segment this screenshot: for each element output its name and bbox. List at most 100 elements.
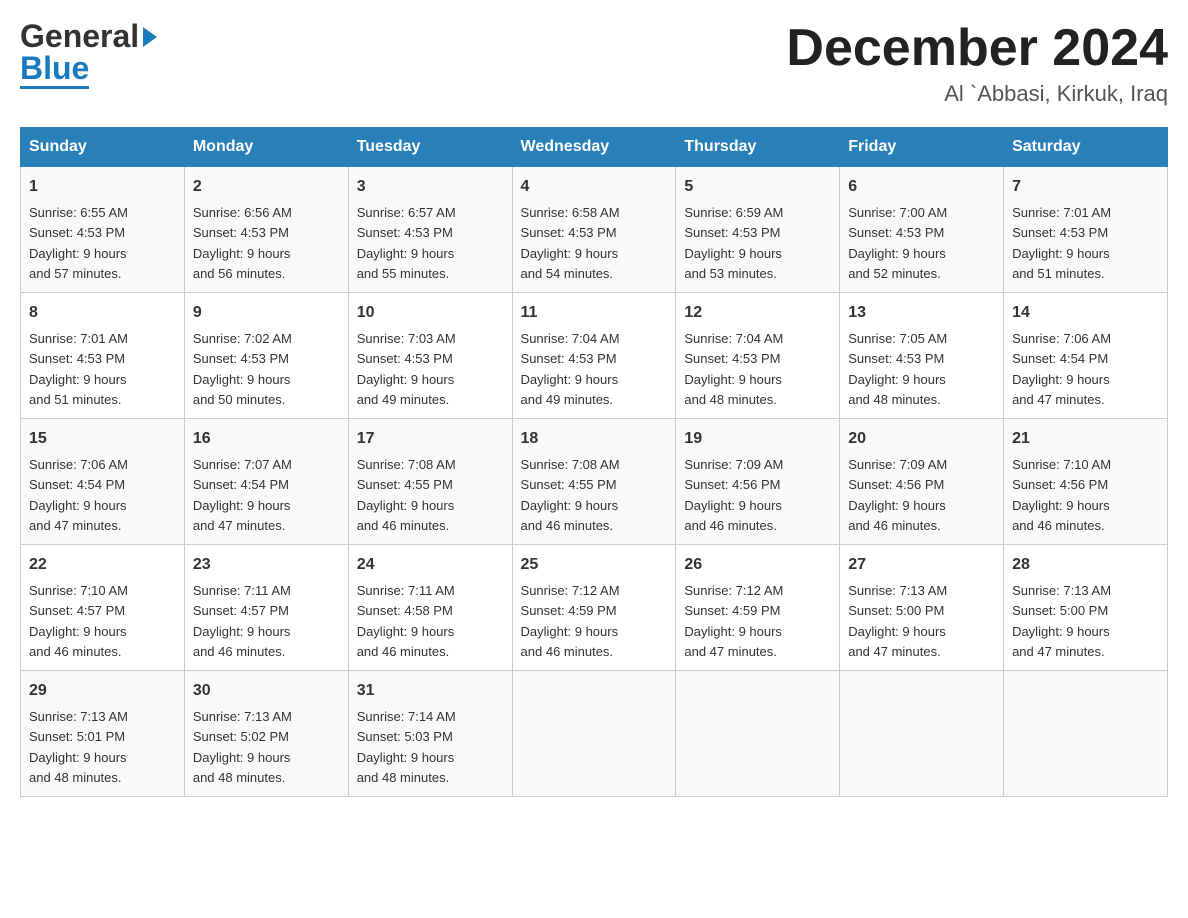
day-number: 31 (357, 679, 504, 703)
calendar-cell (676, 671, 840, 797)
logo-general: General (20, 20, 139, 52)
day-number: 9 (193, 301, 340, 325)
month-title: December 2024 (786, 20, 1168, 77)
day-info: Sunrise: 7:09 AMSunset: 4:56 PMDaylight:… (848, 457, 947, 533)
calendar-cell: 28 Sunrise: 7:13 AMSunset: 5:00 PMDaylig… (1004, 545, 1168, 671)
col-header-friday: Friday (840, 128, 1004, 167)
day-number: 8 (29, 301, 176, 325)
calendar-cell: 29 Sunrise: 7:13 AMSunset: 5:01 PMDaylig… (21, 671, 185, 797)
day-info: Sunrise: 7:11 AMSunset: 4:58 PMDaylight:… (357, 583, 455, 659)
calendar-cell (840, 671, 1004, 797)
day-info: Sunrise: 7:13 AMSunset: 5:00 PMDaylight:… (1012, 583, 1111, 659)
day-info: Sunrise: 7:13 AMSunset: 5:00 PMDaylight:… (848, 583, 947, 659)
day-number: 1 (29, 175, 176, 199)
day-info: Sunrise: 7:02 AMSunset: 4:53 PMDaylight:… (193, 331, 292, 407)
day-info: Sunrise: 7:05 AMSunset: 4:53 PMDaylight:… (848, 331, 947, 407)
calendar-week-row: 29 Sunrise: 7:13 AMSunset: 5:01 PMDaylig… (21, 671, 1168, 797)
day-info: Sunrise: 7:04 AMSunset: 4:53 PMDaylight:… (684, 331, 783, 407)
calendar-cell: 4 Sunrise: 6:58 AMSunset: 4:53 PMDayligh… (512, 167, 676, 293)
day-number: 15 (29, 427, 176, 451)
day-number: 18 (521, 427, 668, 451)
calendar-header-row: SundayMondayTuesdayWednesdayThursdayFrid… (21, 128, 1168, 167)
day-info: Sunrise: 7:03 AMSunset: 4:53 PMDaylight:… (357, 331, 456, 407)
calendar-cell: 24 Sunrise: 7:11 AMSunset: 4:58 PMDaylig… (348, 545, 512, 671)
day-info: Sunrise: 6:57 AMSunset: 4:53 PMDaylight:… (357, 205, 456, 281)
logo: General Blue (20, 20, 157, 89)
logo-blue: Blue (20, 52, 89, 84)
day-number: 4 (521, 175, 668, 199)
day-info: Sunrise: 7:08 AMSunset: 4:55 PMDaylight:… (521, 457, 620, 533)
day-number: 11 (521, 301, 668, 325)
calendar-cell: 31 Sunrise: 7:14 AMSunset: 5:03 PMDaylig… (348, 671, 512, 797)
calendar-cell: 1 Sunrise: 6:55 AMSunset: 4:53 PMDayligh… (21, 167, 185, 293)
day-info: Sunrise: 6:58 AMSunset: 4:53 PMDaylight:… (521, 205, 620, 281)
day-number: 22 (29, 553, 176, 577)
calendar-cell: 18 Sunrise: 7:08 AMSunset: 4:55 PMDaylig… (512, 419, 676, 545)
col-header-thursday: Thursday (676, 128, 840, 167)
day-info: Sunrise: 7:09 AMSunset: 4:56 PMDaylight:… (684, 457, 783, 533)
day-number: 14 (1012, 301, 1159, 325)
calendar-cell (512, 671, 676, 797)
logo-underline (20, 86, 89, 89)
day-number: 3 (357, 175, 504, 199)
calendar-cell: 27 Sunrise: 7:13 AMSunset: 5:00 PMDaylig… (840, 545, 1004, 671)
calendar-cell: 2 Sunrise: 6:56 AMSunset: 4:53 PMDayligh… (184, 167, 348, 293)
col-header-sunday: Sunday (21, 128, 185, 167)
col-header-saturday: Saturday (1004, 128, 1168, 167)
day-number: 30 (193, 679, 340, 703)
day-info: Sunrise: 7:12 AMSunset: 4:59 PMDaylight:… (521, 583, 620, 659)
calendar-cell: 16 Sunrise: 7:07 AMSunset: 4:54 PMDaylig… (184, 419, 348, 545)
calendar-cell: 26 Sunrise: 7:12 AMSunset: 4:59 PMDaylig… (676, 545, 840, 671)
calendar-cell: 22 Sunrise: 7:10 AMSunset: 4:57 PMDaylig… (21, 545, 185, 671)
day-number: 26 (684, 553, 831, 577)
calendar-cell: 17 Sunrise: 7:08 AMSunset: 4:55 PMDaylig… (348, 419, 512, 545)
day-info: Sunrise: 7:10 AMSunset: 4:56 PMDaylight:… (1012, 457, 1111, 533)
day-info: Sunrise: 7:10 AMSunset: 4:57 PMDaylight:… (29, 583, 128, 659)
day-info: Sunrise: 7:01 AMSunset: 4:53 PMDaylight:… (29, 331, 128, 407)
day-number: 23 (193, 553, 340, 577)
day-info: Sunrise: 6:55 AMSunset: 4:53 PMDaylight:… (29, 205, 128, 281)
day-info: Sunrise: 7:13 AMSunset: 5:01 PMDaylight:… (29, 709, 128, 785)
day-number: 29 (29, 679, 176, 703)
day-info: Sunrise: 7:12 AMSunset: 4:59 PMDaylight:… (684, 583, 783, 659)
day-number: 17 (357, 427, 504, 451)
day-number: 2 (193, 175, 340, 199)
calendar-cell: 8 Sunrise: 7:01 AMSunset: 4:53 PMDayligh… (21, 293, 185, 419)
day-info: Sunrise: 6:56 AMSunset: 4:53 PMDaylight:… (193, 205, 292, 281)
calendar-cell: 13 Sunrise: 7:05 AMSunset: 4:53 PMDaylig… (840, 293, 1004, 419)
day-number: 6 (848, 175, 995, 199)
calendar-cell: 5 Sunrise: 6:59 AMSunset: 4:53 PMDayligh… (676, 167, 840, 293)
day-info: Sunrise: 6:59 AMSunset: 4:53 PMDaylight:… (684, 205, 783, 281)
logo-arrow-icon (143, 27, 157, 47)
day-info: Sunrise: 7:04 AMSunset: 4:53 PMDaylight:… (521, 331, 620, 407)
calendar-cell: 12 Sunrise: 7:04 AMSunset: 4:53 PMDaylig… (676, 293, 840, 419)
calendar-cell: 3 Sunrise: 6:57 AMSunset: 4:53 PMDayligh… (348, 167, 512, 293)
day-number: 10 (357, 301, 504, 325)
calendar-cell: 6 Sunrise: 7:00 AMSunset: 4:53 PMDayligh… (840, 167, 1004, 293)
day-number: 12 (684, 301, 831, 325)
calendar-week-row: 22 Sunrise: 7:10 AMSunset: 4:57 PMDaylig… (21, 545, 1168, 671)
col-header-monday: Monday (184, 128, 348, 167)
calendar-cell: 15 Sunrise: 7:06 AMSunset: 4:54 PMDaylig… (21, 419, 185, 545)
calendar-week-row: 15 Sunrise: 7:06 AMSunset: 4:54 PMDaylig… (21, 419, 1168, 545)
day-number: 7 (1012, 175, 1159, 199)
calendar-cell: 23 Sunrise: 7:11 AMSunset: 4:57 PMDaylig… (184, 545, 348, 671)
day-info: Sunrise: 7:06 AMSunset: 4:54 PMDaylight:… (1012, 331, 1111, 407)
col-header-tuesday: Tuesday (348, 128, 512, 167)
calendar-cell: 25 Sunrise: 7:12 AMSunset: 4:59 PMDaylig… (512, 545, 676, 671)
day-info: Sunrise: 7:11 AMSunset: 4:57 PMDaylight:… (193, 583, 291, 659)
day-number: 27 (848, 553, 995, 577)
calendar-cell: 7 Sunrise: 7:01 AMSunset: 4:53 PMDayligh… (1004, 167, 1168, 293)
day-info: Sunrise: 7:00 AMSunset: 4:53 PMDaylight:… (848, 205, 947, 281)
day-info: Sunrise: 7:01 AMSunset: 4:53 PMDaylight:… (1012, 205, 1111, 281)
day-info: Sunrise: 7:07 AMSunset: 4:54 PMDaylight:… (193, 457, 292, 533)
col-header-wednesday: Wednesday (512, 128, 676, 167)
calendar-cell (1004, 671, 1168, 797)
day-number: 16 (193, 427, 340, 451)
day-info: Sunrise: 7:13 AMSunset: 5:02 PMDaylight:… (193, 709, 292, 785)
calendar-cell: 21 Sunrise: 7:10 AMSunset: 4:56 PMDaylig… (1004, 419, 1168, 545)
calendar-cell: 20 Sunrise: 7:09 AMSunset: 4:56 PMDaylig… (840, 419, 1004, 545)
day-info: Sunrise: 7:08 AMSunset: 4:55 PMDaylight:… (357, 457, 456, 533)
calendar-cell: 10 Sunrise: 7:03 AMSunset: 4:53 PMDaylig… (348, 293, 512, 419)
calendar-cell: 14 Sunrise: 7:06 AMSunset: 4:54 PMDaylig… (1004, 293, 1168, 419)
